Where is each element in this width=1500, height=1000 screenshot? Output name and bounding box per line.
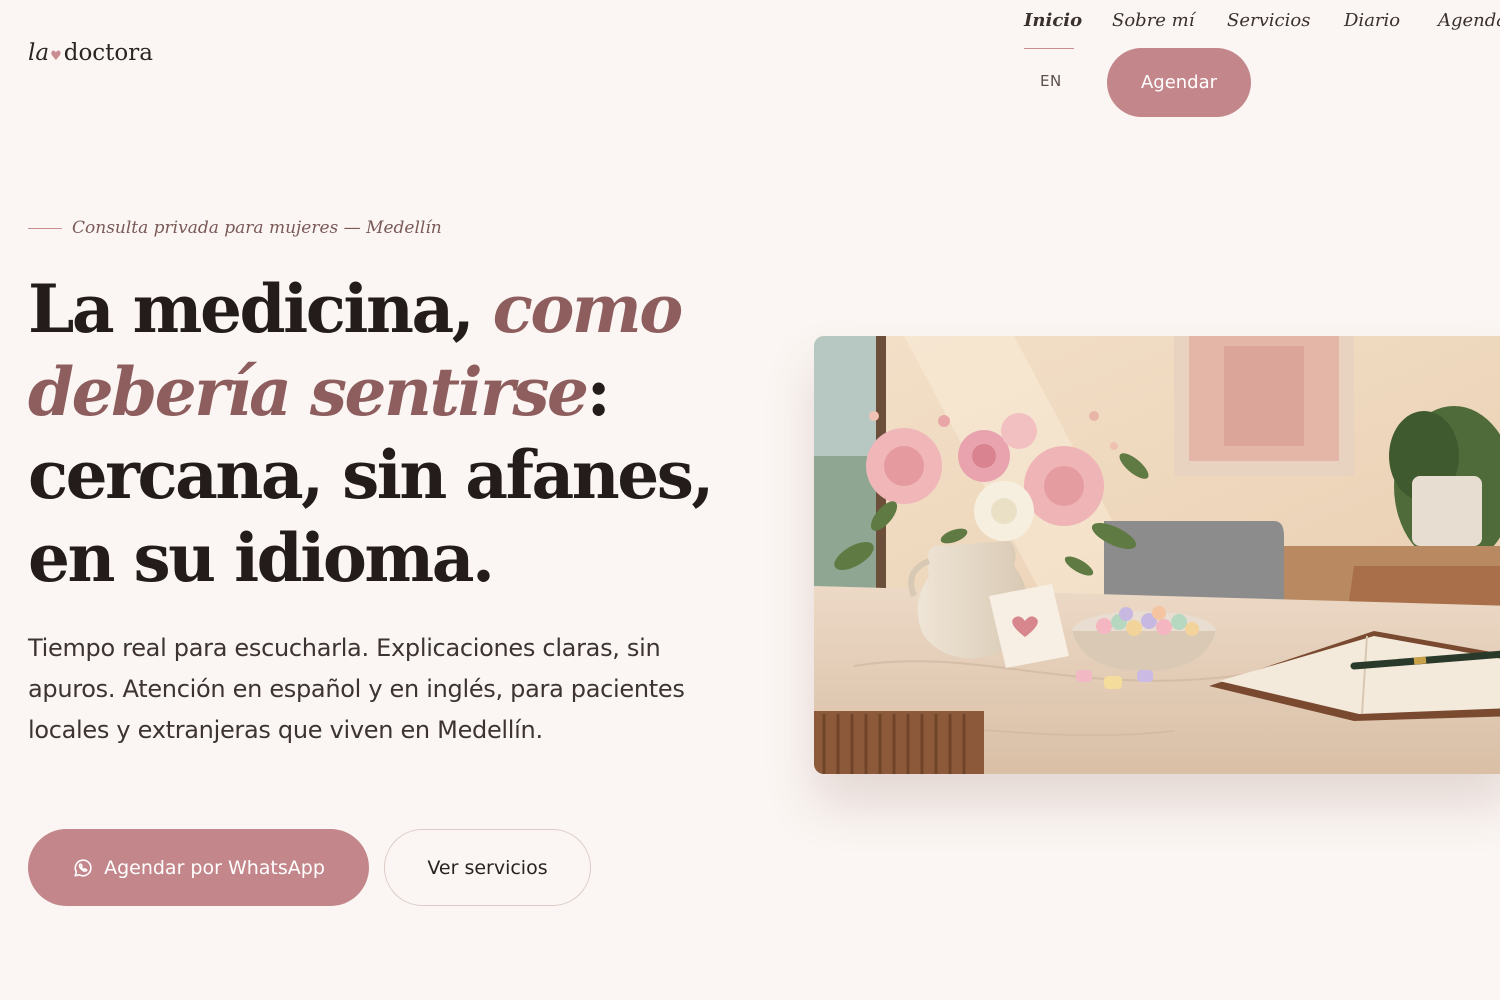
- whatsapp-icon: [74, 858, 92, 877]
- headline-accent2: debería sentirse: [28, 353, 589, 431]
- whatsapp-cta-label: Agendar por WhatsApp: [104, 856, 325, 879]
- nav-diario[interactable]: Diario: [1344, 10, 1400, 31]
- eyebrow-text: Consulta privada para mujeres — Medellín: [72, 218, 442, 238]
- logo-suffix: doctora: [63, 40, 153, 66]
- headline-accent1: como: [492, 270, 684, 348]
- nav-servicios[interactable]: Servicios: [1227, 10, 1310, 31]
- header-agendar-button[interactable]: Agendar: [1107, 48, 1251, 117]
- nav-sobre-mi[interactable]: Sobre mí: [1112, 10, 1195, 31]
- headline-line3: cercana, sin afanes,: [28, 436, 714, 514]
- eyebrow-rule: [28, 227, 62, 229]
- nav-inicio[interactable]: Inicio: [1024, 10, 1082, 31]
- hero-lede: Tiempo real para escucharla. Explicacion…: [28, 634, 685, 744]
- headline-part1: La medicina,: [28, 270, 493, 348]
- headline-line4: en su idioma.: [28, 519, 495, 597]
- logo-prefix: la: [28, 40, 50, 66]
- headline-part2: :: [586, 353, 610, 431]
- hero-eyebrow: Consulta privada para mujeres — Medellín: [28, 218, 442, 238]
- ver-servicios-button[interactable]: Ver servicios: [384, 829, 591, 906]
- site-logo[interactable]: la ♥ doctora: [28, 40, 153, 66]
- hero-illustration: [814, 336, 1500, 774]
- hero-image: [814, 336, 1500, 774]
- heart-icon: ♥: [50, 49, 62, 64]
- landing-page: la ♥ doctora Inicio Sobre mí Servicios D…: [0, 0, 1500, 1000]
- hero-headline: La medicina, como debería sentirse: cerc…: [28, 268, 748, 600]
- language-toggle[interactable]: EN: [1040, 72, 1062, 90]
- nav-active-underline: [1024, 48, 1074, 49]
- whatsapp-cta-button[interactable]: Agendar por WhatsApp: [28, 829, 369, 906]
- nav-agenda[interactable]: Agenda: [1438, 10, 1500, 31]
